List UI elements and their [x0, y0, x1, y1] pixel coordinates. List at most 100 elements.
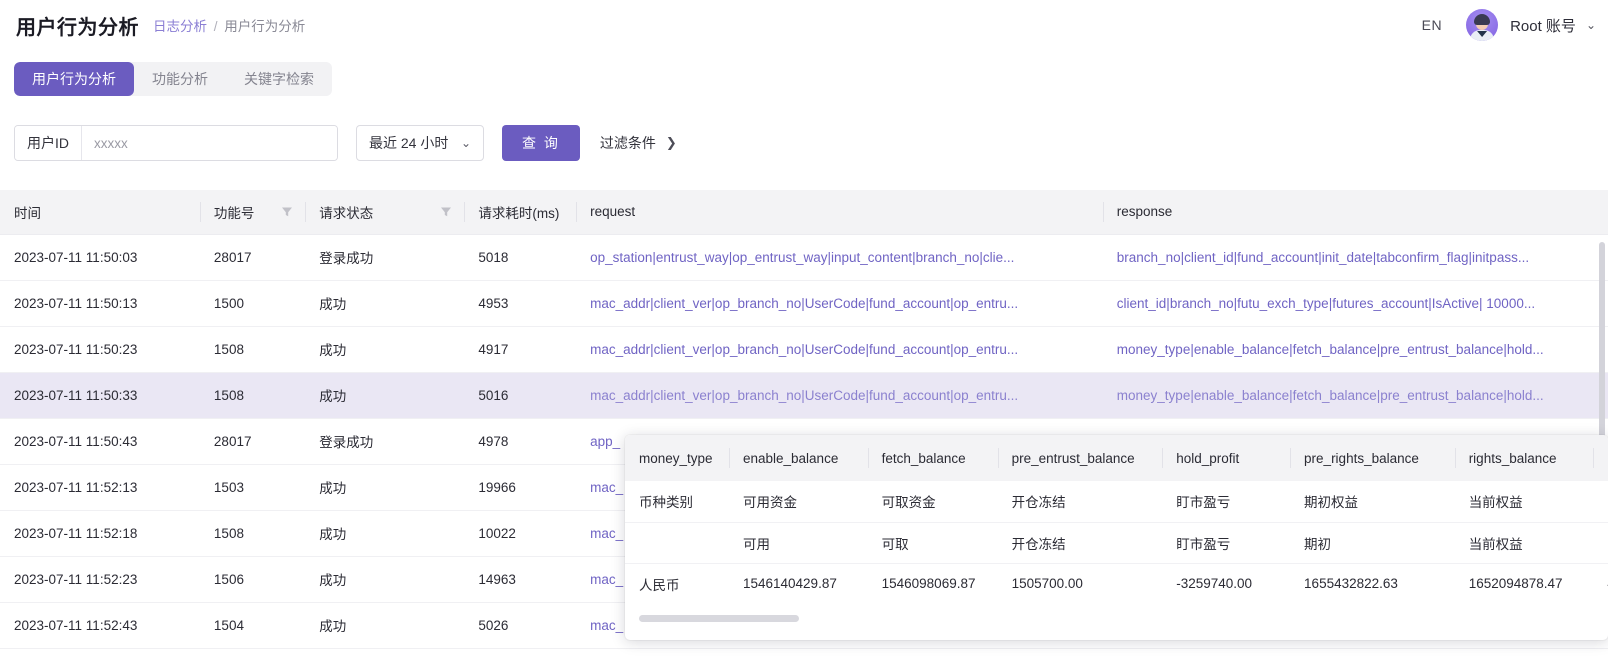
log-table-head: 时间 功能号 请求状态 请求耗时(ms) request response	[0, 190, 1608, 235]
cell-duration: 4978	[464, 418, 577, 465]
column-header-time[interactable]: 时间	[0, 190, 200, 235]
cell-response[interactable]: client_id|branch_no|futu_exch_type|futur…	[1102, 280, 1608, 327]
breadcrumb-separator: /	[213, 19, 218, 34]
column-header-request[interactable]: request	[576, 190, 1103, 235]
popup-cell: 可用	[728, 522, 868, 564]
time-range-select[interactable]: 最近 24 小时 ⌄	[356, 125, 484, 161]
popup-column-pre-rights-balance: pre_rights_balance	[1290, 435, 1455, 481]
cell-request[interactable]: mac_addr|client_ver|op_branch_no|UserCod…	[576, 372, 1103, 419]
cell-duration: 4917	[464, 326, 577, 373]
popup-row: 可用 可取 开仓冻结 盯市盈亏 期初 当前权益	[625, 522, 1608, 564]
cell-time: 2023-07-11 11:50:13	[0, 280, 200, 327]
popup-column-rights-balance: rights_balance	[1454, 435, 1594, 481]
response-detail-table: money_type enable_balance fetch_balance …	[625, 435, 1608, 604]
popup-cell: 盯市盈亏	[1162, 522, 1291, 564]
popup-cell: -3259740.00	[1176, 576, 1253, 592]
cell-duration: 4953	[464, 280, 577, 327]
column-header-duration-ms[interactable]: 请求耗时(ms)	[464, 190, 577, 235]
top-header-bar: 用户行为分析 日志分析 / 用户行为分析 EN Root 账号 ⌄	[0, 0, 1608, 50]
cell-function-no: 1504	[199, 602, 306, 649]
tab-keyword-search[interactable]: 关键字检索	[226, 62, 332, 96]
tab-function-analysis[interactable]: 功能分析	[134, 62, 226, 96]
column-header-function-no[interactable]: 功能号	[199, 190, 306, 235]
cell-status: 成功	[305, 602, 465, 649]
header-right-cluster: EN Root 账号 ⌄	[1414, 0, 1596, 50]
filter-toolbar: 用户ID 最近 24 小时 ⌄ 查 询 过滤条件 ❯	[14, 125, 677, 161]
cell-request[interactable]: mac_addr|client_ver|op_branch_no|UserCod…	[576, 280, 1103, 327]
cell-duration: 5026	[464, 602, 577, 649]
cell-response[interactable]: money_type|enable_balance|fetch_balance|…	[1102, 326, 1608, 373]
filter-funnel-icon[interactable]	[440, 206, 452, 218]
popup-cell	[1593, 522, 1608, 564]
column-header-response[interactable]: response	[1102, 190, 1608, 235]
popup-cell: 当前权益	[1454, 522, 1594, 564]
table-row[interactable]: 2023-07-11 11:50:13 1500 成功 4953 mac_add…	[0, 280, 1608, 327]
popup-column-real-d: real_d	[1593, 435, 1608, 481]
cell-duration: 14963	[464, 556, 577, 603]
cell-status: 成功	[305, 464, 465, 511]
column-label: 功能号	[213, 205, 255, 221]
query-button[interactable]: 查 询	[502, 125, 580, 161]
user-id-input[interactable]	[82, 126, 337, 160]
cell-request[interactable]: op_station|entrust_way|op_entrust_way|in…	[576, 234, 1103, 281]
cell-duration: 19966	[464, 464, 577, 511]
cell-function-no: 1508	[199, 510, 306, 557]
popup-cell: 1655432822.63	[1304, 576, 1398, 592]
popup-column-money-type: money_type	[625, 435, 729, 481]
more-filters-toggle[interactable]: 过滤条件 ❯	[600, 133, 677, 153]
cell-duration: 5016	[464, 372, 577, 419]
cell-time: 2023-07-11 11:50:23	[0, 326, 200, 373]
popup-table-body: 币种类别 可用资金 可取资金 开仓冻结 盯市盈亏 期初权益 当前权益 盯市平 可…	[625, 481, 1608, 604]
popup-row: 人民币 1546140429.87 1546098069.87 1505700.…	[625, 563, 1608, 604]
popup-cell: 1505700.00	[1011, 576, 1083, 592]
cell-time: 2023-07-11 11:52:18	[0, 510, 200, 557]
table-vertical-scrollbar[interactable]	[1599, 242, 1605, 452]
popup-horizontal-scrollbar-thumb[interactable]	[639, 615, 799, 622]
table-header-row: 时间 功能号 请求状态 请求耗时(ms) request response	[0, 190, 1608, 235]
popup-column-enable-balance: enable_balance	[728, 435, 868, 481]
popup-cell: 可用资金	[728, 481, 868, 523]
cell-function-no: 28017	[199, 418, 306, 465]
cell-function-no: 1506	[199, 556, 306, 603]
cell-response[interactable]: money_type|enable_balance|fetch_balance|…	[1102, 372, 1608, 419]
user-avatar-icon[interactable]	[1466, 9, 1499, 41]
popup-cell: 1652094878.47	[1468, 576, 1563, 592]
account-name-label[interactable]: Root 账号	[1510, 15, 1576, 36]
popup-table-head: money_type enable_balance fetch_balance …	[625, 435, 1608, 481]
popup-cell: 期初权益	[1290, 481, 1455, 523]
cell-time: 2023-07-11 11:50:43	[0, 418, 200, 465]
breadcrumb-parent-link[interactable]: 日志分析	[153, 19, 207, 34]
popup-column-hold-profit: hold_profit	[1162, 435, 1291, 481]
column-label: 时间	[14, 205, 41, 221]
time-range-value: 最近 24 小时	[369, 135, 449, 151]
column-header-request-status[interactable]: 请求状态	[305, 190, 465, 235]
cell-response[interactable]: branch_no|client_id|fund_account|init_da…	[1102, 234, 1608, 281]
chevron-down-icon[interactable]: ⌄	[1586, 18, 1596, 32]
cell-status: 登录成功	[305, 418, 465, 465]
cell-status: 成功	[305, 280, 465, 327]
table-row-highlighted[interactable]: 2023-07-11 11:50:33 1508 成功 5016 mac_add…	[0, 372, 1608, 419]
table-row[interactable]: 2023-07-11 11:50:03 28017 登录成功 5018 op_s…	[0, 234, 1608, 281]
page-title: 用户行为分析	[16, 16, 139, 39]
column-label: response	[1116, 204, 1173, 220]
cell-time: 2023-07-11 11:52:13	[0, 464, 200, 511]
cell-time: 2023-07-11 11:52:43	[0, 602, 200, 649]
popup-cell: 开仓冻结	[997, 522, 1163, 564]
avatar-hair-shape	[1474, 14, 1491, 25]
tab-user-behavior-analysis[interactable]: 用户行为分析	[14, 62, 134, 96]
language-switch-button[interactable]: EN	[1414, 13, 1450, 37]
table-row[interactable]: 2023-07-11 11:50:23 1508 成功 4917 mac_add…	[0, 326, 1608, 373]
filter-funnel-icon[interactable]	[281, 206, 293, 218]
more-filters-label: 过滤条件	[599, 135, 656, 151]
popup-cell: 当前权益	[1454, 481, 1594, 523]
cell-status: 成功	[305, 372, 465, 419]
popup-column-pre-entrust-balance: pre_entrust_balance	[997, 435, 1163, 481]
popup-cell: 币种类别	[625, 481, 729, 523]
cell-duration: 10022	[464, 510, 577, 557]
column-label: request	[590, 204, 636, 220]
popup-cell: 期初	[1290, 522, 1455, 564]
popup-cell	[625, 522, 729, 564]
column-label: 请求耗时(ms)	[478, 205, 560, 221]
response-detail-popup: money_type enable_balance fetch_balance …	[625, 435, 1608, 640]
cell-request[interactable]: mac_addr|client_ver|op_branch_no|UserCod…	[576, 326, 1103, 373]
